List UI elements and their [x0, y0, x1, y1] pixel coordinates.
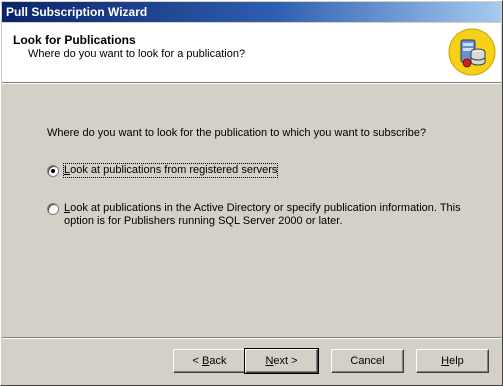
- question-label: Where do you want to look for the public…: [47, 127, 427, 139]
- footer-divider: [2, 337, 501, 339]
- cancel-button[interactable]: Cancel: [331, 349, 404, 373]
- option-active-directory[interactable]: Look at publications in the Active Direc…: [47, 202, 461, 228]
- option-registered-servers[interactable]: Look at publications from registered ser…: [47, 163, 279, 178]
- wizard-window: Pull Subscription Wizard Look for Public…: [0, 0, 503, 386]
- title-bar[interactable]: Pull Subscription Wizard: [2, 2, 501, 22]
- back-button[interactable]: < Back: [173, 349, 246, 373]
- next-button[interactable]: Next >: [244, 348, 319, 374]
- wizard-header: Look for Publications Where do you want …: [2, 23, 501, 82]
- page-subtitle: Where do you want to look for a publicat…: [28, 48, 246, 60]
- subscription-database-icon: [448, 28, 496, 76]
- page-title: Look for Publications: [13, 33, 136, 47]
- window-title: Pull Subscription Wizard: [6, 5, 148, 19]
- option-active-directory-label[interactable]: Look at publications in the Active Direc…: [64, 202, 461, 228]
- radio-active-directory[interactable]: [47, 203, 59, 215]
- help-button[interactable]: Help: [416, 349, 489, 373]
- radio-registered-servers[interactable]: [47, 165, 59, 177]
- header-divider: [2, 82, 501, 84]
- option-registered-servers-label[interactable]: Look at publications from registered ser…: [62, 163, 279, 178]
